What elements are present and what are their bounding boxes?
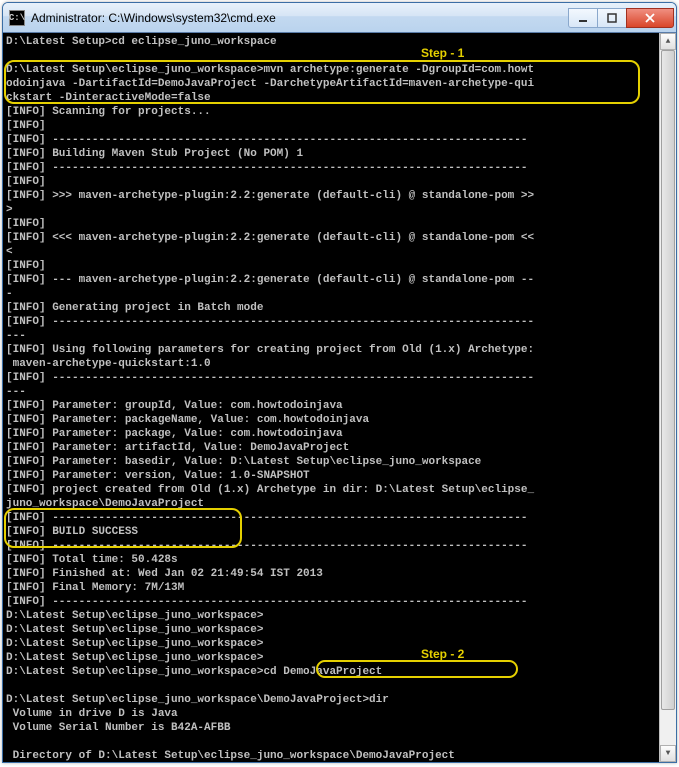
vertical-scrollbar[interactable]: ▲ ▼: [659, 33, 676, 762]
window-controls: [569, 8, 674, 28]
titlebar[interactable]: C:\ Administrator: C:\Windows\system32\c…: [3, 3, 676, 33]
close-button[interactable]: [626, 8, 674, 28]
console-area: D:\Latest Setup>cd eclipse_juno_workspac…: [3, 33, 676, 762]
step1-annotation: [4, 60, 640, 104]
scrollbar-thumb[interactable]: [661, 50, 675, 710]
cmd-icon: C:\: [9, 10, 25, 26]
console-output[interactable]: D:\Latest Setup>cd eclipse_juno_workspac…: [3, 33, 659, 762]
window-title: Administrator: C:\Windows\system32\cmd.e…: [31, 11, 569, 25]
minimize-button[interactable]: [568, 8, 598, 28]
scroll-down-button[interactable]: ▼: [660, 745, 676, 762]
step1-label: Step - 1: [421, 46, 464, 60]
scrollbar-track[interactable]: [660, 50, 676, 745]
build-success-annotation: [4, 508, 242, 548]
maximize-button[interactable]: [597, 8, 627, 28]
step2-label: Step - 2: [421, 647, 464, 661]
scroll-up-button[interactable]: ▲: [660, 33, 676, 50]
command-prompt-window: C:\ Administrator: C:\Windows\system32\c…: [2, 2, 677, 763]
step2-annotation: [316, 660, 518, 678]
